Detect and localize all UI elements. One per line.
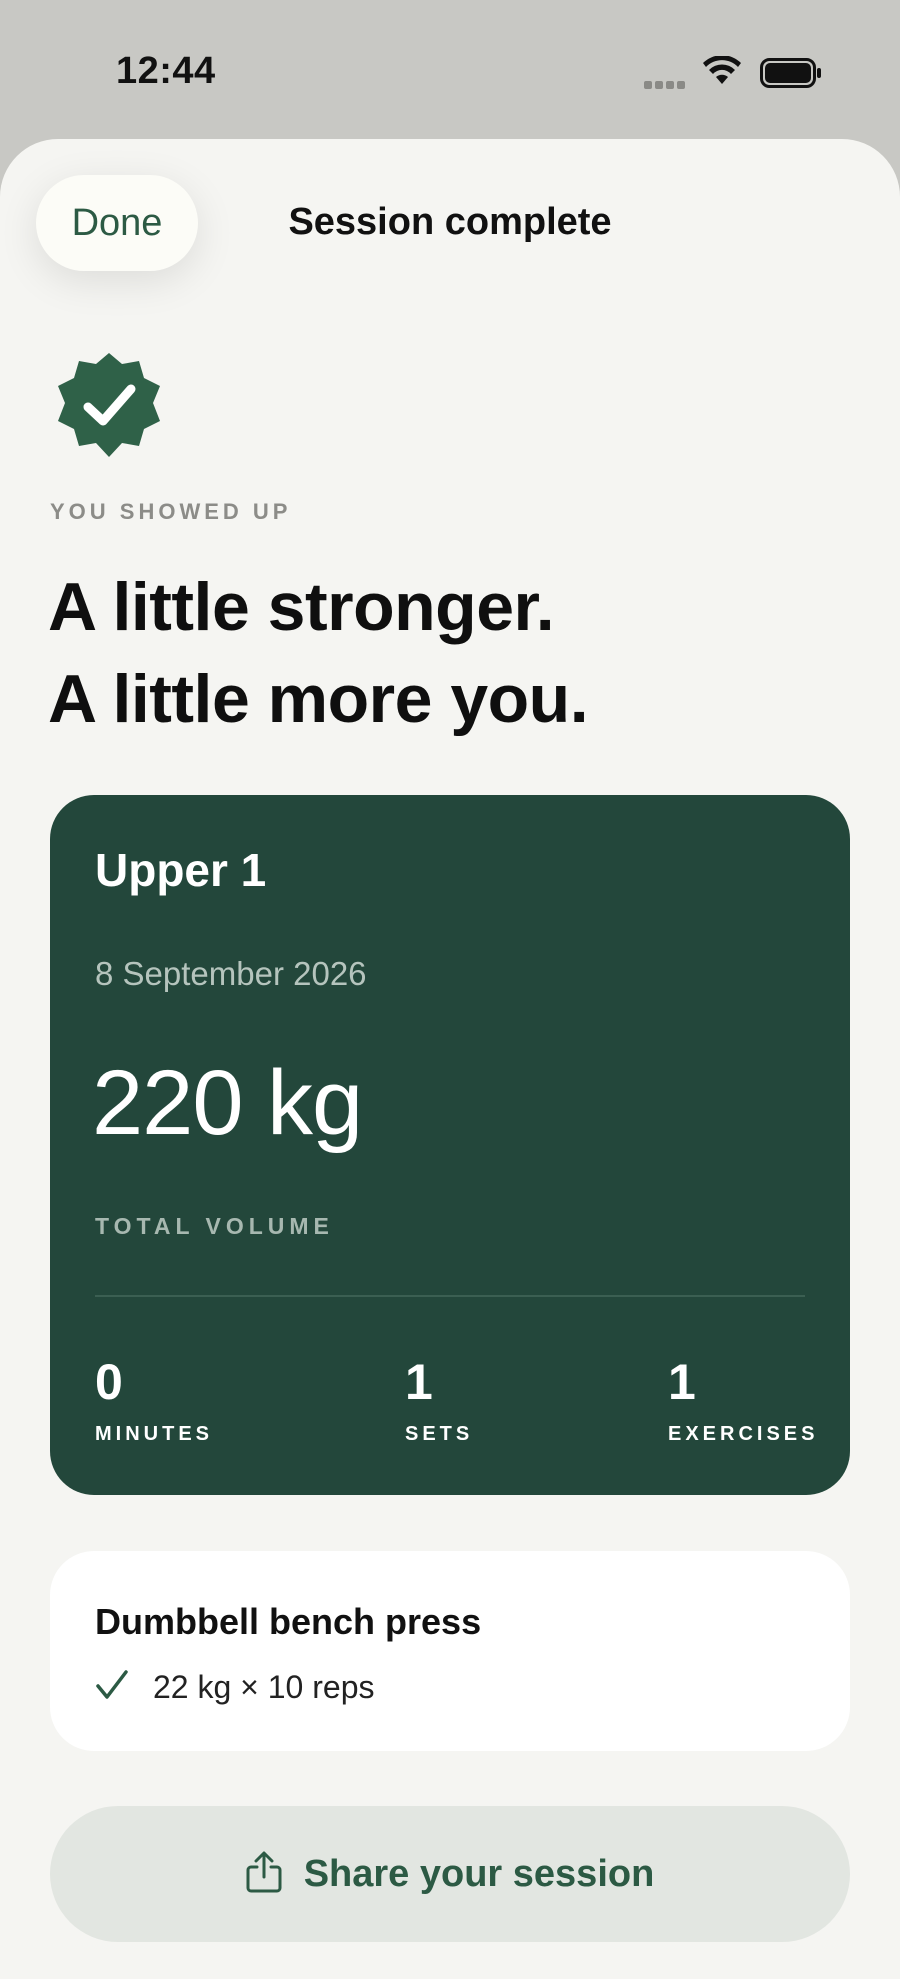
total-volume-label: TOTAL VOLUME [95, 1213, 334, 1239]
wifi-icon [703, 55, 741, 91]
eyebrow-text: YOU SHOWED UP [50, 499, 292, 524]
cellular-signal-icon [644, 76, 688, 94]
total-volume-value: 220 kg [92, 1052, 363, 1154]
stat-label: SETS [405, 1423, 474, 1445]
stat-value: 1 [668, 1354, 696, 1410]
stat-value: 1 [405, 1354, 433, 1410]
headline-line-1: A little stronger. [48, 569, 555, 645]
stat-label: MINUTES [95, 1423, 213, 1445]
battery-icon [760, 58, 822, 93]
sheet-title: Session complete [288, 201, 612, 243]
session-summary-card: Upper 1 8 September 2026 220 kg TOTAL VO… [50, 795, 850, 1495]
exercise-name: Dumbbell bench press [95, 1601, 482, 1642]
set-row: 22 kg × 10 reps [95, 1669, 374, 1706]
stat-sets: 1 SETS [405, 1355, 473, 1446]
workout-name: Upper 1 [95, 844, 267, 896]
share-label: Share your session [303, 1852, 655, 1895]
session-complete-sheet: Done Session complete YOU SHOWED UP A li… [0, 139, 900, 1979]
stat-value: 0 [95, 1354, 123, 1410]
share-session-button[interactable]: Share your session [50, 1806, 850, 1942]
status-time: 12:44 [116, 50, 216, 92]
stat-exercises: 1 EXERCISES [668, 1355, 818, 1446]
headline: A little stronger. A little more you. [48, 561, 868, 745]
status-bar: 12:44 [0, 0, 900, 140]
exercise-card: Dumbbell bench press 22 kg × 10 reps [50, 1551, 850, 1751]
stat-label: EXERCISES [668, 1423, 819, 1445]
share-icon [246, 1851, 282, 1898]
card-divider [95, 1295, 805, 1297]
stat-minutes: 0 MINUTES [95, 1355, 213, 1446]
set-detail: 22 kg × 10 reps [153, 1669, 375, 1705]
verified-badge-icon [54, 351, 164, 466]
workout-date: 8 September 2026 [95, 955, 367, 992]
headline-line-2: A little more you. [48, 661, 589, 737]
checkmark-icon [95, 1669, 129, 1706]
